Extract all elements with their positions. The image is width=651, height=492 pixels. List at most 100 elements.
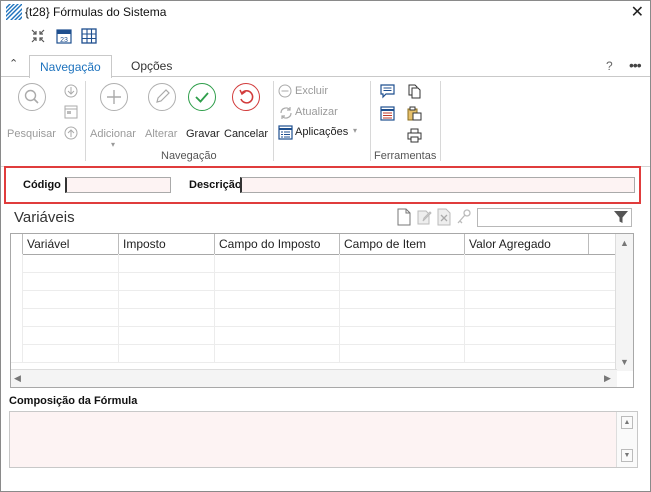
tab-navegacao[interactable]: Navegação — [29, 55, 112, 78]
table-cell[interactable] — [22, 290, 119, 308]
ribbon-separator — [85, 81, 86, 161]
pesquisar-button[interactable]: Pesquisar — [7, 83, 59, 143]
scroll-up-icon[interactable]: ▲ — [621, 416, 633, 429]
new-document-icon[interactable] — [396, 208, 414, 226]
table-cell[interactable] — [118, 326, 215, 344]
atualizar-button[interactable]: Atualizar — [278, 105, 358, 121]
alterar-label: Alterar — [145, 128, 178, 140]
atualizar-label: Atualizar — [295, 106, 338, 118]
aplicacoes-button[interactable]: Aplicações ▾ — [278, 125, 366, 141]
key-icon[interactable] — [456, 208, 474, 226]
table-row[interactable] — [11, 272, 617, 291]
table-cell[interactable] — [214, 254, 340, 272]
composicao-label: Composição da Fórmula — [9, 395, 138, 407]
paste-icon[interactable] — [407, 106, 422, 124]
scroll-down-icon[interactable]: ▼ — [620, 357, 629, 367]
table-row[interactable] — [11, 344, 617, 363]
table-cell[interactable] — [464, 272, 589, 290]
table-cell[interactable] — [118, 290, 215, 308]
table-cell[interactable] — [22, 254, 119, 272]
grid-icon[interactable] — [81, 28, 97, 47]
table-cell[interactable] — [464, 254, 589, 272]
table-cell[interactable] — [339, 308, 465, 326]
table-cell[interactable] — [339, 344, 465, 362]
column-header-campo-do-imposto[interactable]: Campo do Imposto — [214, 234, 339, 254]
column-header-valor-agregado[interactable]: Valor Agregado — [464, 234, 588, 254]
window-title: {t28} Fórmulas do Sistema — [25, 5, 167, 19]
table-cell[interactable] — [339, 326, 465, 344]
scroll-up-icon[interactable]: ▲ — [620, 238, 629, 248]
table-cell[interactable] — [214, 344, 340, 362]
arrow-up-circle-icon[interactable] — [64, 126, 78, 143]
horizontal-scrollbar[interactable]: ◀ ▶ — [11, 369, 617, 387]
tab-opcoes[interactable]: Opções — [121, 55, 182, 77]
chat-icon[interactable] — [380, 84, 395, 102]
arrow-down-circle-icon[interactable] — [64, 84, 78, 101]
edit-document-icon[interactable] — [416, 208, 434, 226]
cancelar-label: Cancelar — [224, 128, 269, 140]
column-header-imposto[interactable]: Imposto — [118, 234, 215, 254]
window: {t28} Fórmulas do Sistema ✕ 23 ⌃ Navegaç… — [0, 0, 651, 492]
calendar-icon[interactable]: 23 — [56, 28, 72, 47]
table-cell[interactable] — [339, 272, 465, 290]
table-cell[interactable] — [214, 308, 340, 326]
table-cell[interactable] — [118, 344, 215, 362]
print-icon[interactable] — [407, 128, 422, 146]
excluir-label: Excluir — [295, 85, 329, 97]
table-cell[interactable] — [22, 326, 119, 344]
table-cell[interactable] — [339, 290, 465, 308]
table-cell[interactable] — [464, 308, 589, 326]
table-row[interactable] — [11, 254, 617, 273]
variaveis-title: Variáveis — [14, 209, 75, 226]
list-window-icon[interactable] — [380, 106, 395, 124]
table-row[interactable] — [11, 326, 617, 345]
table-cell[interactable] — [22, 344, 119, 362]
table-row[interactable] — [11, 308, 617, 327]
scroll-down-icon[interactable]: ▼ — [621, 449, 633, 462]
column-header-variavel[interactable]: Variável — [22, 234, 119, 254]
table-cell[interactable] — [22, 272, 119, 290]
scroll-right-icon[interactable]: ▶ — [604, 373, 611, 384]
gravar-label: Gravar — [186, 128, 220, 140]
vertical-scrollbar[interactable]: ▲ ▼ — [615, 234, 633, 371]
table-row[interactable] — [11, 290, 617, 309]
table-cell[interactable] — [214, 290, 340, 308]
column-header-extra — [588, 234, 617, 254]
descricao-field[interactable] — [240, 177, 635, 193]
composicao-scrollbar[interactable]: ▲ ▼ — [616, 412, 637, 467]
grid-search-input[interactable] — [477, 208, 632, 227]
excluir-button[interactable]: Excluir — [278, 84, 358, 100]
adicionar-button[interactable]: Adicionar ▾ — [90, 83, 142, 153]
table-cell[interactable] — [22, 308, 119, 326]
close-button[interactable]: ✕ — [631, 2, 644, 22]
table-cell[interactable] — [214, 326, 340, 344]
column-header-campo-de-item[interactable]: Campo de Item — [339, 234, 464, 254]
table-cell[interactable] — [118, 308, 215, 326]
scroll-left-icon[interactable]: ◀ — [14, 373, 21, 384]
pencil-icon — [148, 83, 176, 111]
table-cell[interactable] — [464, 344, 589, 362]
more-options-button[interactable]: ••• — [629, 57, 642, 73]
table-cell[interactable] — [118, 272, 215, 290]
gravar-button[interactable]: Gravar — [186, 83, 222, 143]
table-cell[interactable] — [464, 290, 589, 308]
minus-circle-icon — [278, 84, 292, 101]
table-cell[interactable] — [464, 326, 589, 344]
collapse-ribbon-button[interactable]: ⌃ — [9, 57, 18, 70]
cancelar-button[interactable]: Cancelar — [224, 83, 270, 143]
calendar-day: 23 — [60, 37, 68, 44]
table-cell[interactable] — [339, 254, 465, 272]
filter-icon[interactable] — [613, 209, 629, 228]
composicao-textarea[interactable]: ▲ ▼ — [9, 411, 638, 468]
window-icon[interactable] — [64, 105, 78, 122]
help-button[interactable]: ? — [606, 59, 613, 73]
ribbon-separator — [370, 81, 371, 161]
variaveis-grid: Variável Imposto Campo do Imposto Campo … — [10, 233, 634, 388]
collapse-icon[interactable] — [31, 29, 45, 46]
delete-document-icon[interactable] — [436, 208, 454, 226]
copy-icon[interactable] — [407, 84, 422, 102]
table-cell[interactable] — [214, 272, 340, 290]
table-cell[interactable] — [118, 254, 215, 272]
codigo-field[interactable] — [65, 177, 171, 193]
alterar-button[interactable]: Alterar — [145, 83, 181, 143]
